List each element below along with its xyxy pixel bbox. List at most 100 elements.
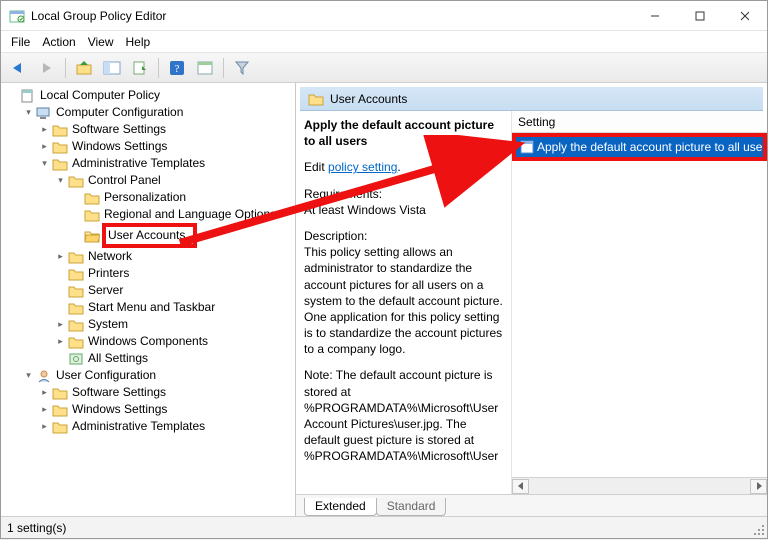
menu-action[interactable]: Action <box>42 35 75 49</box>
horizontal-scrollbar[interactable] <box>512 477 767 494</box>
folder-icon <box>52 157 68 171</box>
tree-root[interactable]: ▶ Local Computer Policy <box>7 87 295 104</box>
menu-file[interactable]: File <box>11 35 30 49</box>
tree-cc-windows-settings[interactable]: ▸Windows Settings <box>39 138 295 155</box>
back-button[interactable] <box>7 56 31 80</box>
tree-label: All Settings <box>86 350 150 367</box>
edit-label-suffix: . <box>397 160 400 174</box>
menu-help[interactable]: Help <box>126 35 151 49</box>
policy-setting-icon <box>520 140 534 154</box>
app-icon <box>9 8 25 24</box>
folder-open-icon <box>84 229 100 243</box>
export-list-button[interactable] <box>128 56 152 80</box>
folder-icon <box>68 250 84 264</box>
tree-label: Software Settings <box>70 384 168 401</box>
tree-printers[interactable]: ▸Printers <box>55 265 295 282</box>
tree-computer-configuration[interactable]: ▾ Computer Configuration <box>23 104 295 121</box>
tree-label: Software Settings <box>70 121 168 138</box>
help-button[interactable]: ? <box>165 56 189 80</box>
folder-icon <box>68 267 84 281</box>
tree-label: Control Panel <box>86 172 163 189</box>
svg-text:?: ? <box>175 63 180 75</box>
policy-list-pane: Setting Apply the default account pictur… <box>511 111 767 494</box>
close-button[interactable] <box>722 1 767 30</box>
tree-system[interactable]: ▸System <box>55 316 295 333</box>
resize-grip[interactable] <box>752 523 766 537</box>
tree-label: Administrative Templates <box>70 418 207 435</box>
tabset: Extended Standard <box>296 494 767 516</box>
menu-view[interactable]: View <box>88 35 114 49</box>
folder-icon <box>308 92 324 106</box>
requirements-value: At least Windows Vista <box>304 202 503 218</box>
status-text: 1 setting(s) <box>7 521 66 535</box>
tree-label: Windows Settings <box>70 401 169 418</box>
tree-windows-components[interactable]: ▸Windows Components <box>55 333 295 350</box>
folder-icon <box>68 284 84 298</box>
tree-cc-software-settings[interactable]: ▸Software Settings <box>39 121 295 138</box>
tree-label: Administrative Templates <box>70 155 207 172</box>
console-tree[interactable]: ▶ Local Computer Policy ▾ Computer Confi… <box>1 83 296 516</box>
folder-icon <box>52 140 68 154</box>
app-window: Local Group Policy Editor File Action Vi… <box>0 0 768 539</box>
policy-row-selected[interactable]: Apply the default account picture to all… <box>516 137 763 157</box>
settings-icon <box>68 352 84 366</box>
window-title: Local Group Policy Editor <box>31 9 166 23</box>
tree-uc-windows-settings[interactable]: ▸Windows Settings <box>39 401 295 418</box>
minimize-button[interactable] <box>632 1 677 30</box>
user-icon <box>36 369 52 383</box>
edit-label-prefix: Edit <box>304 160 328 174</box>
tree-user-accounts[interactable]: ▸User Accounts <box>71 223 295 248</box>
tree-label: Regional and Language Options <box>102 206 278 223</box>
scroll-right-button[interactable] <box>750 479 767 494</box>
folder-icon <box>52 403 68 417</box>
folder-icon <box>52 123 68 137</box>
tree-uc-software-settings[interactable]: ▸Software Settings <box>39 384 295 401</box>
tree-network[interactable]: ▸Network <box>55 248 295 265</box>
up-button[interactable] <box>72 56 96 80</box>
tree-label: User Configuration <box>54 367 158 384</box>
detail-pane: User Accounts Apply the default account … <box>296 83 767 516</box>
tree-server[interactable]: ▸Server <box>55 282 295 299</box>
tree-cc-administrative-templates[interactable]: ▾Administrative Templates <box>39 155 295 172</box>
folder-icon <box>52 386 68 400</box>
tree-uc-administrative-templates[interactable]: ▸Administrative Templates <box>39 418 295 435</box>
description-paragraph-2: Note: The default account picture is sto… <box>304 367 503 464</box>
maximize-button[interactable] <box>677 1 722 30</box>
tab-standard[interactable]: Standard <box>376 498 447 516</box>
toolbar: ? <box>1 53 767 83</box>
properties-button[interactable] <box>193 56 217 80</box>
menubar: File Action View Help <box>1 31 767 53</box>
tree-label: System <box>86 316 130 333</box>
tree-all-settings[interactable]: ▸All Settings <box>55 350 295 367</box>
tree-label: Server <box>86 282 125 299</box>
tree-user-configuration[interactable]: ▾ User Configuration <box>23 367 295 384</box>
tree-control-panel[interactable]: ▾Control Panel <box>55 172 295 189</box>
requirements-label: Requirements: <box>304 186 503 202</box>
description-label: Description: <box>304 228 503 244</box>
policy-title: Apply the default account picture to all… <box>304 118 494 148</box>
tab-extended[interactable]: Extended <box>304 498 377 516</box>
folder-icon <box>68 318 84 332</box>
show-hide-console-tree-button[interactable] <box>100 56 124 80</box>
tree-label: Local Computer Policy <box>38 87 162 104</box>
tree-label: Personalization <box>102 189 188 206</box>
filter-button[interactable] <box>230 56 254 80</box>
computer-icon <box>36 106 52 120</box>
edit-policy-link[interactable]: policy setting <box>328 160 397 174</box>
policy-description-pane: Apply the default account picture to all… <box>296 111 511 494</box>
description-paragraph-1: This policy setting allows an administra… <box>304 244 503 357</box>
detail-header: User Accounts <box>300 87 763 111</box>
column-header-setting[interactable]: Setting <box>512 111 767 133</box>
tree-start-menu-taskbar[interactable]: ▸Start Menu and Taskbar <box>55 299 295 316</box>
folder-icon <box>84 208 100 222</box>
policy-row-label: Apply the default account picture to all… <box>537 140 767 154</box>
tree-regional-language-options[interactable]: ▸Regional and Language Options <box>71 206 295 223</box>
tree-label: Printers <box>86 265 131 282</box>
folder-icon <box>68 335 84 349</box>
forward-button[interactable] <box>35 56 59 80</box>
detail-header-title: User Accounts <box>330 92 407 106</box>
scroll-left-button[interactable] <box>512 479 529 494</box>
folder-icon <box>52 420 68 434</box>
tree-personalization[interactable]: ▸Personalization <box>71 189 295 206</box>
folder-icon <box>84 191 100 205</box>
